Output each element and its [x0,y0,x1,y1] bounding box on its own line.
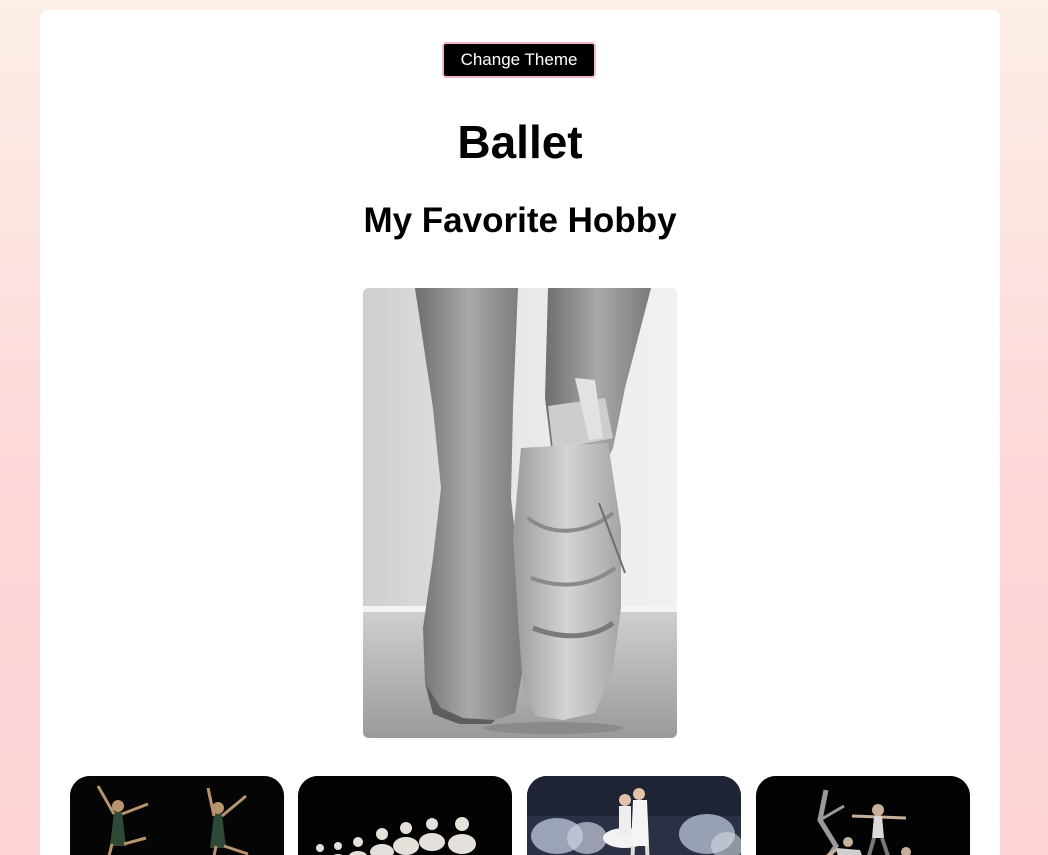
ballerina-line-illustration [298,776,512,855]
gallery-image-swan-lake-couple[interactable] [527,776,741,855]
gallery-image-ballerina-line[interactable] [298,776,512,855]
hero-image-pointe-shoe [363,288,677,738]
gallery-image-contemporary-dance[interactable] [756,776,970,855]
pointe-shoe-illustration [363,288,677,738]
gallery-image-dancers-leaping[interactable] [70,776,284,855]
photo-gallery [70,776,970,855]
page-subtitle: My Favorite Hobby [363,201,677,240]
change-theme-button[interactable]: Change Theme [442,42,596,78]
page-title: Ballet [457,116,583,168]
swan-lake-couple-illustration [527,776,741,855]
contemporary-dance-illustration [756,776,970,855]
dancers-leaping-illustration [70,776,284,855]
content-card: Change Theme Ballet My Favorite Hobby [40,10,1000,855]
